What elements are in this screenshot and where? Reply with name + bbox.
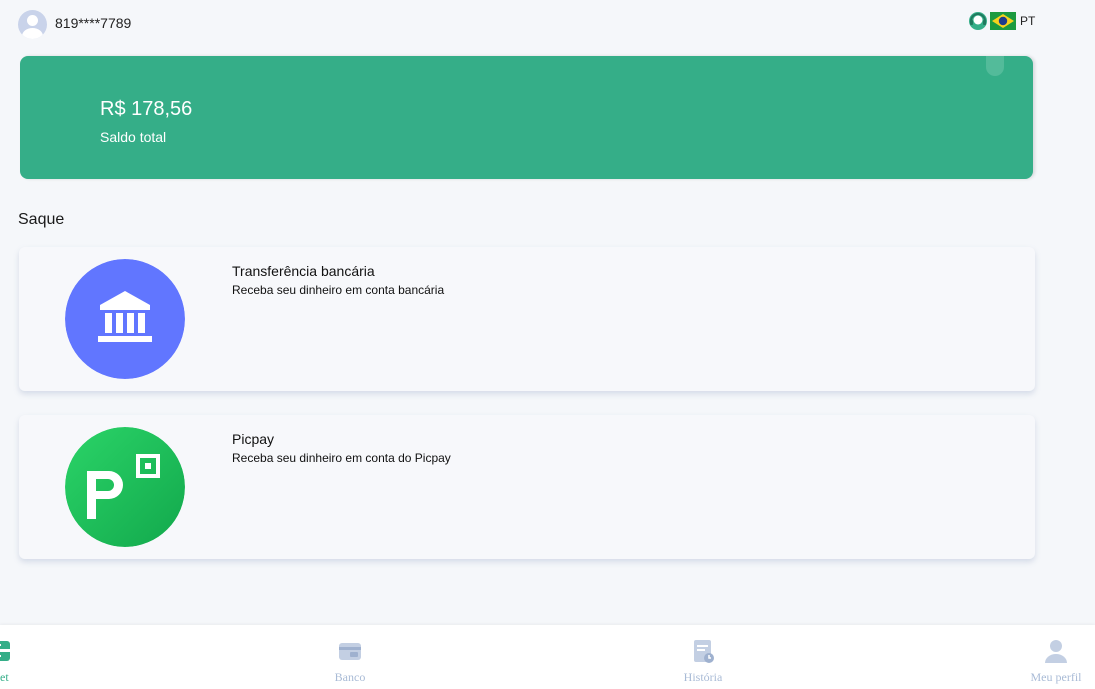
card-decoration	[986, 56, 1004, 76]
wallet-icon	[0, 641, 10, 661]
bottom-navigation: alet Banco História Meu perfil	[0, 625, 1095, 689]
nav-label: Banco	[334, 670, 366, 684]
card-icon	[339, 643, 361, 660]
nav-label: alet	[0, 670, 9, 684]
history-icon	[694, 640, 714, 663]
nav-historia[interactable]: História	[643, 625, 763, 689]
balance-card: R$ 178,56 Saldo total	[20, 56, 1033, 179]
method-title: Transferência bancária	[232, 263, 375, 279]
nav-wallet[interactable]: alet	[0, 625, 60, 689]
nav-banco[interactable]: Banco	[290, 625, 410, 689]
brazil-flag-icon[interactable]	[990, 12, 1016, 30]
user-icon	[1045, 640, 1067, 663]
bank-icon	[65, 259, 185, 379]
customer-support-icon[interactable]	[968, 11, 988, 31]
nav-label: História	[683, 670, 723, 684]
method-title: Picpay	[232, 431, 275, 447]
avatar[interactable]	[18, 10, 47, 39]
picpay-icon	[65, 427, 185, 547]
section-title: Saque	[18, 211, 65, 228]
nav-meu-perfil[interactable]: Meu perfil	[996, 625, 1095, 689]
account-phone: 819****7789	[55, 15, 132, 31]
language-label[interactable]: PT	[1020, 14, 1035, 28]
bank-transfer-option[interactable]: Transferência bancária Receba seu dinhei…	[19, 247, 1035, 391]
method-description: Receba seu dinheiro em conta do Picpay	[232, 451, 451, 465]
balance-label: Saldo total	[100, 129, 167, 145]
picpay-option[interactable]: Picpay Receba seu dinheiro em conta do P…	[19, 415, 1035, 559]
nav-label: Meu perfil	[1030, 670, 1082, 684]
top-bar: 819****7789 PT	[0, 0, 1095, 46]
method-description: Receba seu dinheiro em conta bancária	[232, 283, 445, 297]
balance-amount: R$ 178,56	[100, 98, 193, 120]
